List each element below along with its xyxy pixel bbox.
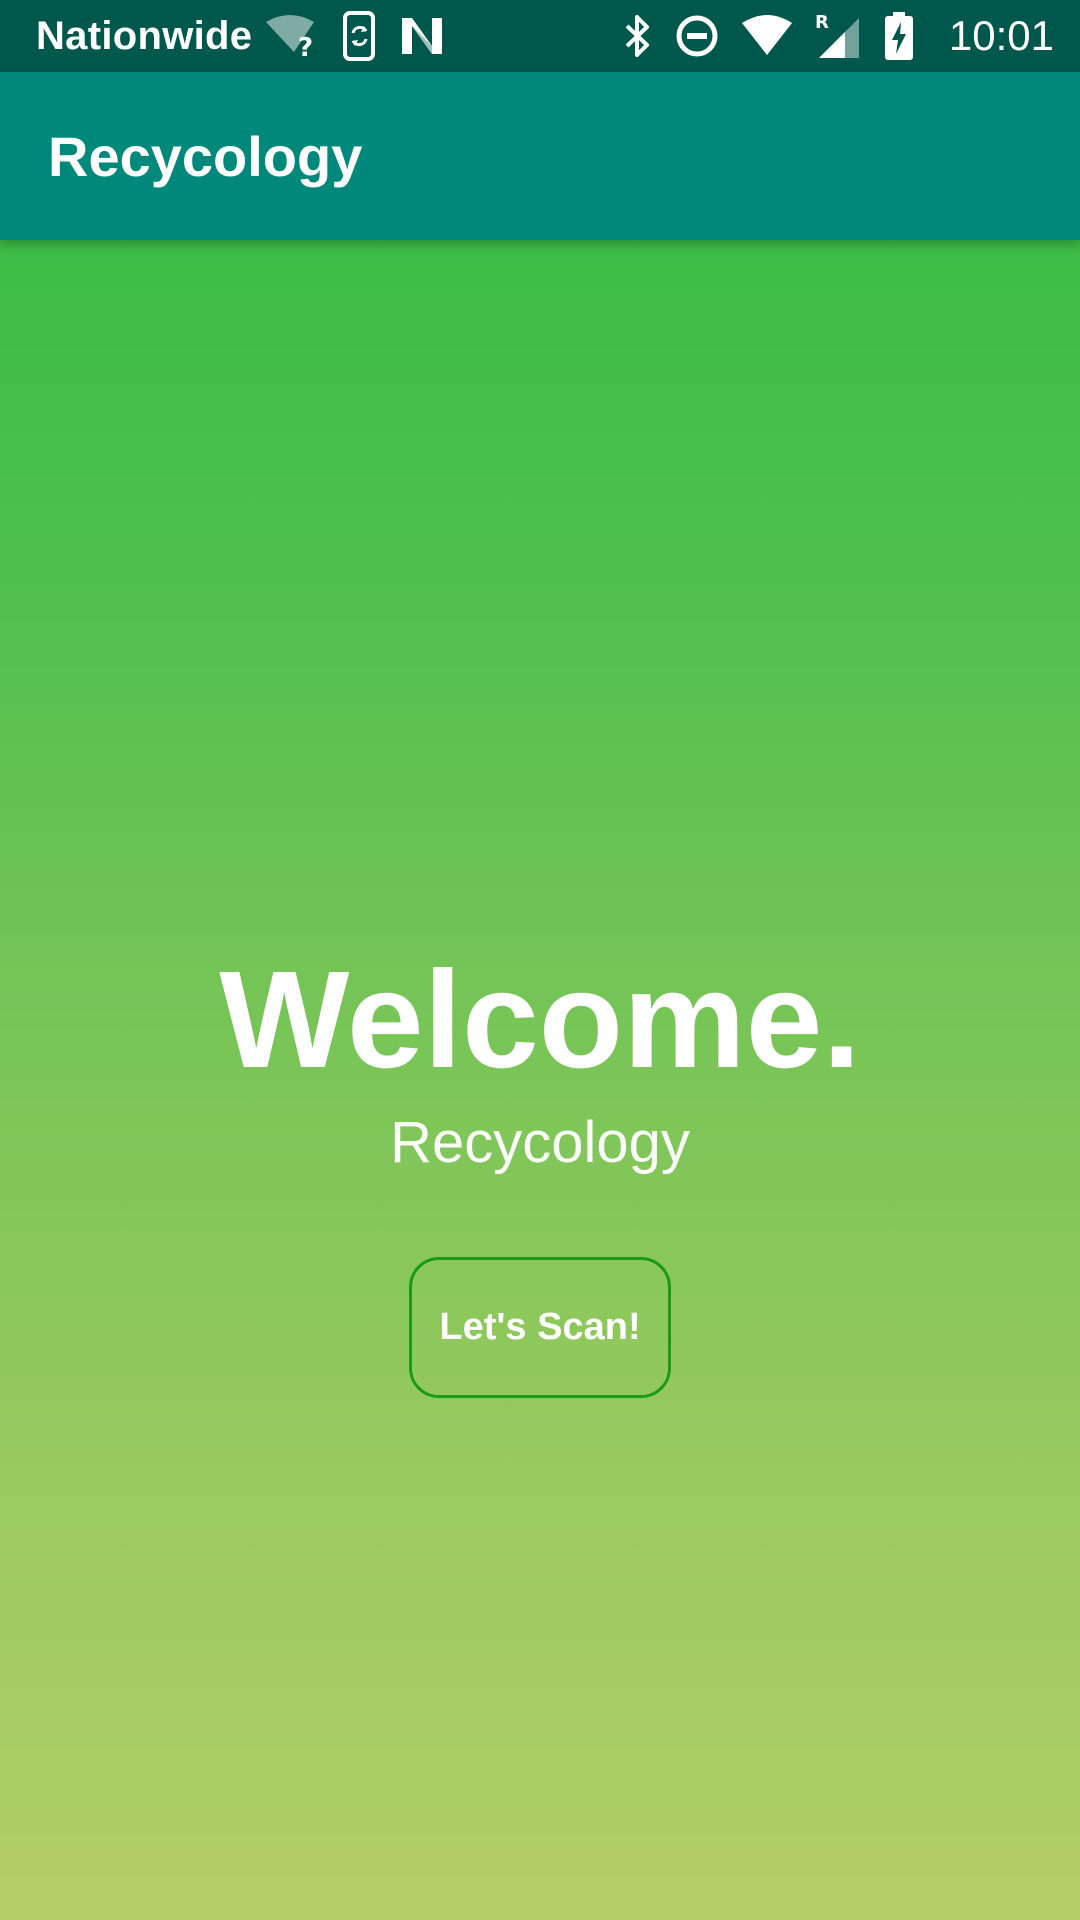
clock: 10:01 xyxy=(948,12,1054,59)
status-bar: Nationwide ? R 10:01 xyxy=(0,0,1080,72)
status-left-icons: ? xyxy=(264,11,444,61)
cell-signal-icon: R xyxy=(815,12,863,60)
n-logo-icon xyxy=(400,16,444,56)
screen: Nationwide ? R 10:01 Recycology Welcome.… xyxy=(0,0,1080,1920)
network-type-label: R xyxy=(815,12,829,33)
lets-scan-button[interactable]: Let's Scan! xyxy=(409,1257,671,1398)
battery-charging-icon xyxy=(884,12,913,60)
svg-text:?: ? xyxy=(298,33,313,58)
wifi-icon xyxy=(741,15,793,57)
do-not-disturb-icon xyxy=(675,14,719,58)
bluetooth-icon xyxy=(623,13,653,59)
status-right-icons: R 10:01 xyxy=(623,12,1054,60)
wifi-question-icon: ? xyxy=(264,14,320,58)
carrier-name: Nationwide xyxy=(36,13,253,58)
phone-sync-icon xyxy=(342,11,378,61)
app-subtitle: Recycology xyxy=(390,1110,690,1175)
app-bar: Recycology xyxy=(0,72,1080,240)
welcome-heading: Welcome. xyxy=(219,943,861,1097)
app-title: Recycology xyxy=(48,124,363,188)
